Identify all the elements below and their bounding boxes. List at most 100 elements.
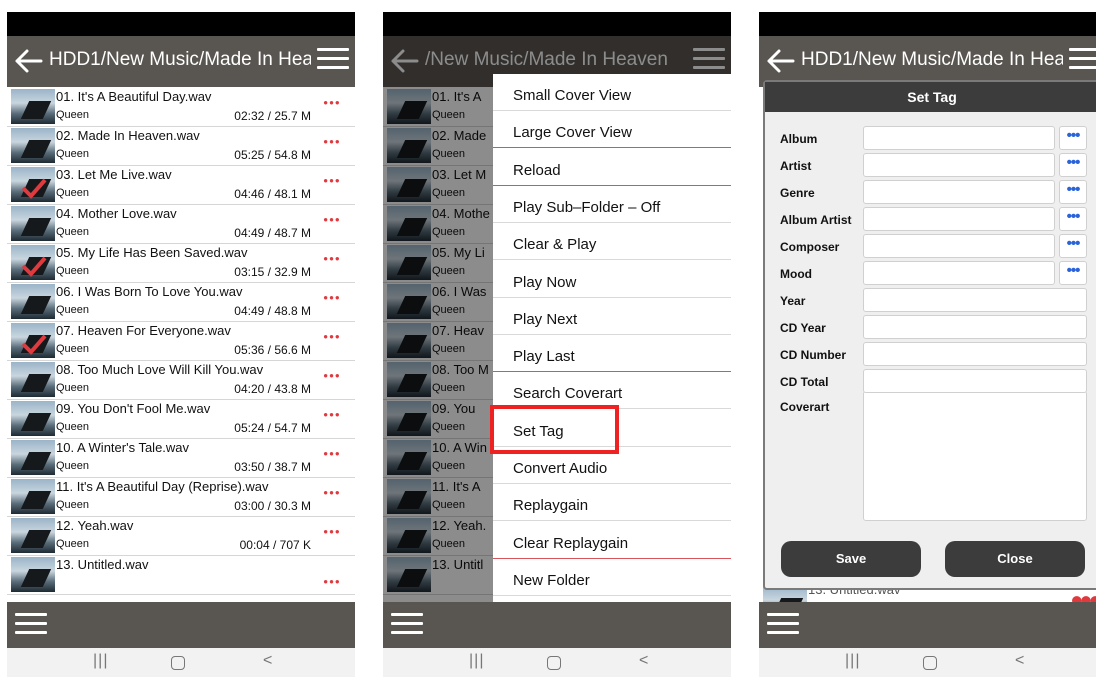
app-header: HDD1/New Music/Made In Heaven (7, 36, 355, 87)
more-dots-icon[interactable]: ●●● (315, 293, 349, 303)
list-item[interactable]: 01. It's A Beautiful Day.wav Queen 02:32 /… (7, 87, 355, 127)
status-bar (759, 12, 1096, 36)
phone-screen-set-tag: HDD1/New Music/Made In Heaven 13. Untitl… (759, 12, 1096, 677)
menu-item-label: Search Coverart (513, 385, 623, 403)
track-duration-size: 02:32 / 25.7 M (234, 109, 311, 123)
more-dots-icon[interactable]: ●●● (315, 137, 349, 147)
system-back-button[interactable]: < (263, 652, 272, 670)
more-dots-icon[interactable]: ••• (1059, 126, 1087, 150)
track-name: 11. It's A Beautiful Day (Reprise).wav (56, 479, 269, 494)
track-artist: Queen (56, 421, 90, 433)
recent-apps-button[interactable]: ||| (93, 652, 108, 670)
save-button[interactable]: Save (781, 541, 921, 577)
list-item[interactable]: 02. Made In Heaven.wav Queen 05:25 / 54.8 … (7, 126, 355, 166)
album-cover-thumbnail (11, 401, 55, 436)
list-item[interactable]: 08. Too Much Love Will Kill You.wav Queen… (7, 360, 355, 400)
more-dots-icon[interactable]: ●●● (315, 577, 349, 587)
list-item[interactable]: 11. It's A Beautiful Day (Reprise).wav Qu… (7, 477, 355, 517)
tag-input-field[interactable] (863, 153, 1055, 177)
more-dots-icon[interactable]: ●●● (315, 215, 349, 225)
hamburger-menu-icon[interactable] (1069, 48, 1096, 74)
album-cover-thumbnail (11, 206, 55, 241)
more-dots-icon[interactable]: ●●● (315, 449, 349, 459)
track-duration-size: 03:50 / 38.7 M (234, 460, 311, 474)
menu-item[interactable]: Search Coverart (493, 372, 731, 410)
home-button[interactable] (171, 656, 185, 670)
close-button[interactable]: Close (945, 541, 1085, 577)
menu-item-label: Small Cover View (513, 87, 632, 104)
menu-item[interactable]: New Folder (493, 559, 731, 596)
more-dots-icon[interactable]: ●●● (315, 371, 349, 381)
field-label: Mood (780, 267, 812, 281)
list-item[interactable]: 05. My Life Has Been Saved.wav Queen 03:15… (7, 243, 355, 283)
list-item[interactable]: 07. Heaven For Everyone.wav Queen 05:36 / … (7, 321, 355, 361)
list-item[interactable]: 09. You Don't Fool Me.wav Queen 05:24 / 54… (7, 399, 355, 439)
album-cover-thumbnail (11, 557, 55, 592)
more-dots-icon[interactable]: ●●● (315, 98, 349, 108)
menu-item-label: New Folder (513, 571, 590, 589)
menu-item[interactable]: Play Last (493, 335, 731, 373)
field-label: Genre (780, 186, 815, 200)
tag-input-field[interactable] (863, 261, 1055, 285)
menu-item[interactable]: Play Sub–Folder – Off (493, 186, 731, 223)
menu-item[interactable]: Play Next (493, 298, 731, 335)
tag-input-field[interactable] (863, 207, 1055, 231)
coverart-box[interactable] (863, 391, 1087, 521)
more-dots-icon[interactable]: ●●● (1067, 589, 1096, 603)
menu-item-label: Convert Audio (513, 460, 608, 477)
track-duration-size: 05:24 / 54.7 M (234, 421, 311, 435)
more-dots-icon[interactable]: ●●● (315, 527, 349, 537)
track-name: 09. You Don't Fool Me.wav (56, 401, 211, 416)
more-dots-icon[interactable]: ●●● (315, 254, 349, 264)
recent-apps-button[interactable]: ||| (845, 652, 860, 670)
more-dots-icon[interactable]: ••• (1059, 234, 1087, 258)
more-dots-icon[interactable]: ●●● (315, 488, 349, 498)
home-button[interactable] (923, 656, 937, 670)
hamburger-menu-icon[interactable] (15, 613, 47, 637)
hamburger-menu-icon[interactable] (391, 613, 423, 637)
menu-item[interactable]: Small Cover View (493, 74, 731, 111)
more-dots-icon[interactable]: ●●● (315, 176, 349, 186)
list-item[interactable]: 12. Yeah.wav Queen 00:04 / 707 K ●●● (7, 516, 355, 556)
menu-item[interactable]: Play Now (493, 261, 731, 298)
tag-input-field[interactable] (863, 342, 1087, 366)
more-dots-icon[interactable]: ••• (1059, 180, 1087, 204)
more-dots-icon[interactable]: ••• (1059, 153, 1087, 177)
track-name: 13. Untitled.wav (56, 557, 149, 572)
back-arrow-icon[interactable] (763, 44, 797, 78)
tag-input-field[interactable] (863, 180, 1055, 204)
tag-input-field[interactable] (863, 288, 1087, 312)
menu-item[interactable]: Reload (493, 149, 731, 186)
back-arrow-icon[interactable] (11, 44, 45, 78)
tag-input-field[interactable] (863, 315, 1087, 339)
more-dots-icon[interactable]: ●●● (315, 332, 349, 342)
hamburger-menu-icon[interactable] (317, 48, 349, 74)
album-cover-thumbnail (11, 440, 55, 475)
home-button[interactable] (547, 656, 561, 670)
system-nav-bar: ||| < (7, 648, 355, 677)
list-item[interactable]: 13. Untitled.wav ●●● (7, 555, 355, 595)
menu-item[interactable]: Clear & Play (493, 223, 731, 261)
track-list: 01. It's A Beautiful Day.wav Queen 02:32 /… (7, 87, 355, 602)
album-cover-thumbnail (11, 479, 55, 514)
more-dots-icon[interactable]: ••• (1059, 261, 1087, 285)
phone-screen-track-list: HDD1/New Music/Made In Heaven 01. It's A… (7, 12, 355, 677)
tag-input-field[interactable] (863, 369, 1087, 393)
recent-apps-button[interactable]: ||| (469, 652, 484, 670)
more-dots-icon[interactable]: ●●● (315, 410, 349, 420)
list-item[interactable]: 03. Let Me Live.wav Queen 04:46 / 48.1 M ●●… (7, 165, 355, 205)
more-dots-icon[interactable]: ••• (1059, 207, 1087, 231)
menu-item[interactable]: Large Cover View (493, 111, 731, 149)
hamburger-menu-icon[interactable] (767, 613, 799, 637)
list-item[interactable]: 10. A Winter's Tale.wav Queen 03:50 / 38.7… (7, 438, 355, 478)
tag-input-field[interactable] (863, 126, 1055, 150)
menu-item[interactable]: Clear Replaygain (493, 522, 731, 559)
system-back-button[interactable]: < (639, 652, 648, 670)
tag-input-field[interactable] (863, 234, 1055, 258)
menu-item[interactable]: Replaygain (493, 484, 731, 522)
album-cover-thumbnail (11, 128, 55, 163)
field-label: Artist (780, 159, 812, 173)
list-item[interactable]: 06. I Was Born To Love You.wav Queen 04:49… (7, 282, 355, 322)
system-back-button[interactable]: < (1015, 652, 1024, 670)
list-item[interactable]: 04. Mother Love.wav Queen 04:49 / 48.7 M ●●… (7, 204, 355, 244)
